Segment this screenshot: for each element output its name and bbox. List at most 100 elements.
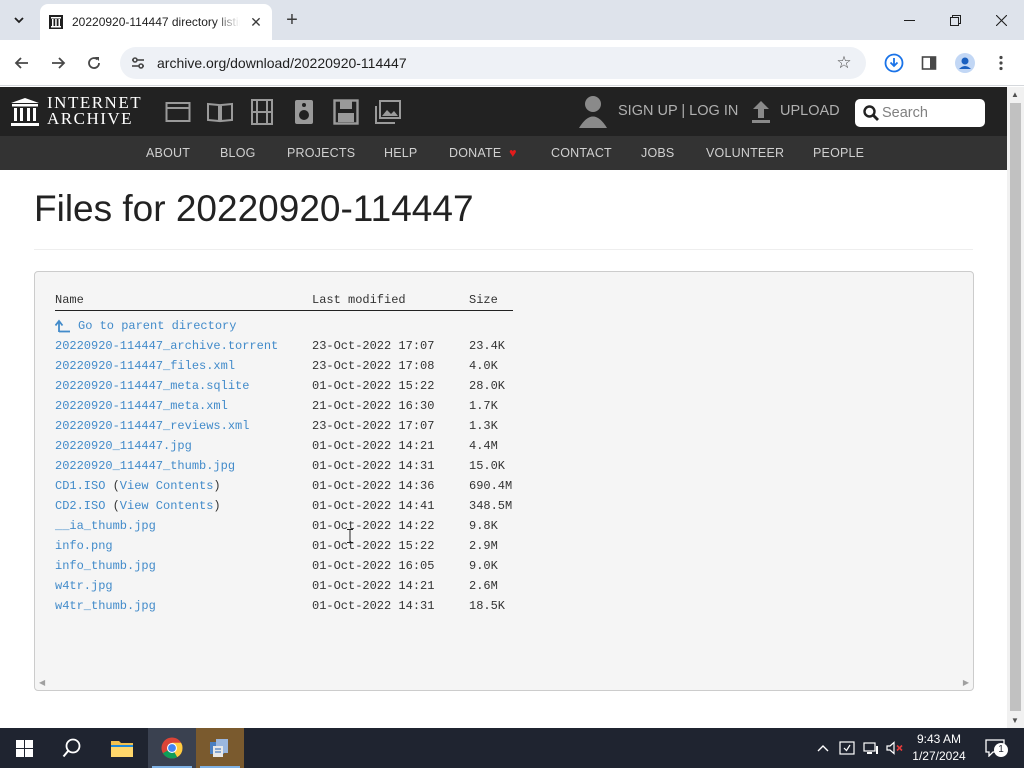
browser-tab[interactable]: 20220920-114447 directory listing ✕ [40,4,272,40]
text-cursor-icon [347,529,353,543]
view-contents-link[interactable]: View Contents [120,499,214,513]
forward-button[interactable] [45,50,71,76]
nav-volunteer[interactable]: VOLUNTEER [706,146,784,160]
close-tab-button[interactable]: ✕ [246,12,266,32]
browser-menu-button[interactable] [988,50,1014,76]
notification-count-badge: 1 [994,743,1008,757]
volume-muted-icon[interactable] [886,739,904,757]
site-info-button[interactable] [128,53,148,73]
chevron-up-icon[interactable] [814,739,832,757]
texts-icon[interactable] [207,99,233,125]
file-link[interactable]: CD1.ISO [55,476,105,496]
file-link[interactable]: 20220920-114447_meta.xml [55,396,228,416]
network-icon[interactable] [862,739,880,757]
file-link[interactable]: info.png [55,536,113,556]
nav-donate[interactable]: DONATE ♥ [449,146,517,160]
arrow-up-left-icon[interactable] [55,319,71,333]
audio-icon[interactable] [291,99,317,125]
file-link[interactable]: 20220920-114447_archive.torrent [55,336,278,356]
column-header-modified[interactable]: Last modified [312,293,406,307]
user-icon[interactable] [578,95,608,129]
ia-search-box[interactable] [855,99,985,127]
app-button[interactable] [196,728,244,768]
file-size: 18.5K [469,599,506,613]
file-link[interactable]: info_thumb.jpg [55,556,156,576]
parent-directory-link[interactable]: Go to parent directory [78,316,236,336]
tab-search-button[interactable] [6,8,32,32]
file-modified: 01-Oct-2022 14:31 [312,459,435,473]
file-size: 1.7K [469,399,498,413]
file-modified: 01-Oct-2022 14:41 [312,499,435,513]
back-button[interactable] [9,50,35,76]
scroll-right-icon[interactable]: ▶ [963,678,969,687]
upload-icon[interactable] [750,100,772,124]
vertical-scrollbar[interactable]: ▲ ▼ [1007,87,1024,728]
nav-jobs[interactable]: JOBS [641,146,674,160]
address-bar[interactable]: archive.org/download/20220920-114447 ☆ [120,47,866,79]
notifications-button[interactable]: 1 [982,739,1008,757]
divider [34,249,973,250]
reload-button[interactable] [81,50,107,76]
software-icon[interactable] [333,99,359,125]
images-icon[interactable] [375,99,401,125]
web-icon[interactable] [165,99,191,125]
sign-up-log-in-link[interactable]: SIGN UP | LOG IN [618,103,738,119]
windows-logo-icon [15,739,33,757]
scroll-up-icon[interactable]: ▲ [1011,90,1019,99]
scrollbar-thumb[interactable] [1010,103,1021,711]
profile-button[interactable] [952,50,978,76]
scroll-down-icon[interactable]: ▼ [1011,716,1019,725]
url-text[interactable]: archive.org/download/20220920-114447 [157,54,407,72]
file-link[interactable]: 20220920_114447.jpg [55,436,192,456]
close-window-button[interactable] [978,0,1024,40]
table-row: 20220920-114447_meta.sqlite 01-Oct-2022 1… [35,376,973,396]
clock-time[interactable]: 9:43 AM [904,732,974,746]
column-header-name[interactable]: Name [55,293,84,307]
view-contents-link[interactable]: View Contents [120,479,214,493]
file-link[interactable]: 20220920_114447_thumb.jpg [55,456,235,476]
search-input[interactable] [882,99,982,127]
file-explorer-button[interactable] [98,728,146,768]
security-icon[interactable] [838,739,856,757]
file-link[interactable]: 20220920-114447_reviews.xml [55,416,249,436]
start-button[interactable] [0,728,48,768]
file-link[interactable]: w4tr.jpg [55,576,113,596]
search-icon[interactable] [863,105,879,121]
archive-wordmark[interactable]: INTERNET ARCHIVE [47,94,142,127]
archive-logo-icon[interactable] [10,97,40,127]
file-modified: 01-Oct-2022 15:22 [312,539,435,553]
bookmark-button[interactable]: ☆ [834,53,854,73]
table-row: CD2.ISO (View Contents) 01-Oct-2022 14:41 3… [35,496,973,516]
scroll-left-icon[interactable]: ◀ [39,678,45,687]
new-tab-button[interactable]: + [280,8,304,32]
video-icon[interactable] [249,99,275,125]
close-icon: ✕ [250,13,262,30]
restore-button[interactable] [932,0,978,40]
nav-projects[interactable]: PROJECTS [287,146,355,160]
view-contents-wrapper: (View Contents) [113,496,221,516]
avatar-icon [955,53,975,73]
upload-link[interactable]: UPLOAD [780,103,840,119]
chrome-button[interactable] [148,728,196,768]
file-size: 4.0K [469,359,498,373]
file-link[interactable]: 20220920-114447_files.xml [55,356,235,376]
file-link[interactable]: 20220920-114447_meta.sqlite [55,376,249,396]
nav-contact[interactable]: CONTACT [551,146,612,160]
chrome-icon [161,737,183,759]
file-link[interactable]: CD2.ISO [55,496,105,516]
column-header-size[interactable]: Size [469,293,498,307]
table-row: 20220920_114447.jpg 01-Oct-2022 14:21 4.4M [35,436,973,456]
nav-about[interactable]: ABOUT [146,146,190,160]
minimize-button[interactable] [886,0,932,40]
downloads-button[interactable] [881,50,907,76]
nav-blog[interactable]: BLOG [220,146,256,160]
search-button[interactable] [48,728,96,768]
file-link[interactable]: w4tr_thumb.jpg [55,596,156,616]
file-link[interactable]: __ia_thumb.jpg [55,516,156,536]
ia-top-nav: INTERNET ARCHIVE SIGN UP | LOG IN UPLOAD [0,87,1007,136]
file-modified: 01-Oct-2022 14:22 [312,519,435,533]
side-panel-button[interactable] [916,50,942,76]
clock-date[interactable]: 1/27/2024 [904,749,974,763]
nav-help[interactable]: HELP [384,146,417,160]
nav-people[interactable]: PEOPLE [813,146,864,160]
